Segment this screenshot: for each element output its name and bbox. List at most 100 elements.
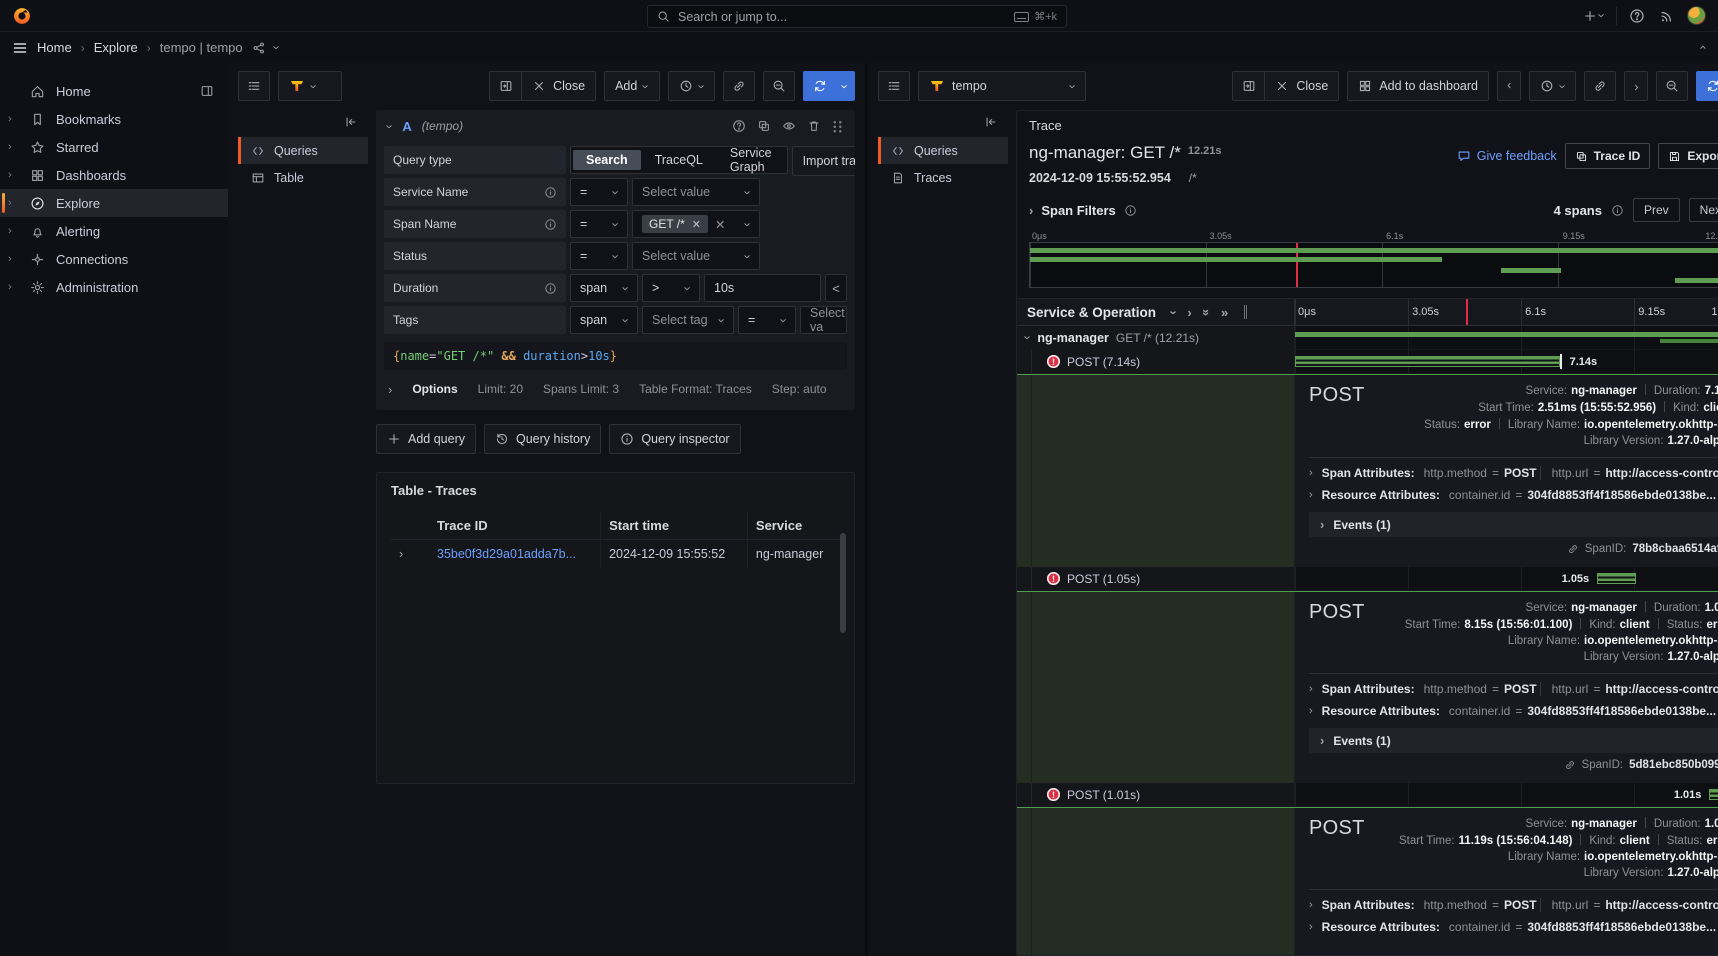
query-rows-button[interactable] — [238, 71, 270, 101]
tab-queries[interactable]: Queries — [878, 137, 1008, 164]
run-query-button[interactable] — [1696, 71, 1718, 101]
query-type-traceql[interactable]: TraceQL — [642, 150, 716, 170]
query-ref[interactable]: A — [402, 119, 411, 134]
span-timeline-cell[interactable]: 1.05s — [1295, 567, 1718, 590]
expand-icon[interactable]: › — [1309, 706, 1313, 717]
expand-icon[interactable]: › — [8, 141, 12, 153]
span-name-chip[interactable]: GET /* ✕ — [642, 215, 708, 233]
events-row[interactable]: › Events (1) — [1309, 512, 1718, 537]
duration-scope-select[interactable]: span › — [570, 274, 638, 302]
status-operator-select[interactable]: = › — [570, 242, 628, 270]
zoom-out-button[interactable] — [1656, 71, 1688, 101]
collapse-query-icon[interactable]: › — [384, 124, 397, 128]
add-to-dashboard-button[interactable]: Add to dashboard — [1347, 71, 1489, 101]
expand-icon[interactable]: › — [8, 113, 12, 125]
column-resize-handle[interactable] — [1244, 305, 1247, 319]
span-bar[interactable] — [1709, 789, 1718, 800]
datasource-picker[interactable]: › — [278, 71, 342, 101]
events-row[interactable]: › Events (1) — [1309, 728, 1718, 753]
left-pane-scrollbar[interactable] — [840, 533, 846, 633]
delete-query-trash-icon[interactable] — [807, 119, 821, 133]
options-label[interactable]: Options — [412, 382, 457, 396]
collapse-toolbar-icon[interactable]: › — [1695, 45, 1708, 49]
tags-scope-select[interactable]: span › — [570, 306, 638, 334]
copy-link-button[interactable] — [723, 71, 755, 101]
time-picker-button[interactable]: › — [1529, 71, 1576, 101]
minimap-canvas[interactable] — [1029, 242, 1718, 288]
news-button[interactable] — [1657, 6, 1677, 26]
span-filters-label[interactable]: Span Filters — [1041, 203, 1115, 218]
tab-table[interactable]: Table — [238, 164, 368, 191]
grafana-logo-icon[interactable] — [12, 6, 32, 26]
span-attributes-row[interactable]: › Span Attributes: http.method=POSThttp.… — [1309, 678, 1718, 700]
resource-attributes-row[interactable]: › Resource Attributes: container.id=304f… — [1309, 916, 1718, 938]
expand-row-icon[interactable]: › — [399, 547, 403, 560]
trace-id-button[interactable]: Trace ID — [1565, 143, 1651, 169]
disable-query-eye-icon[interactable] — [782, 119, 796, 133]
copy-link-button[interactable] — [1584, 71, 1616, 101]
sidebar-item-alerting[interactable]: › Alerting — [0, 217, 228, 245]
sidebar-item-home[interactable]: Home — [0, 77, 228, 105]
prev-span-button[interactable]: Prev — [1633, 198, 1680, 222]
dock-menu-icon[interactable] — [200, 84, 214, 98]
query-history-button[interactable]: Query history — [484, 424, 601, 454]
expand-icon[interactable]: › — [8, 197, 12, 209]
add-query-button[interactable]: Add query — [376, 424, 476, 454]
query-type-service-graph[interactable]: Service Graph — [717, 143, 785, 177]
run-query-caret-button[interactable]: › — [835, 71, 855, 101]
span-attributes-row[interactable]: › Span Attributes: http.method=POSThttp.… — [1309, 894, 1718, 916]
sidebar-item-connections[interactable]: › Connections — [0, 245, 228, 273]
avatar[interactable] — [1687, 6, 1706, 25]
span-bar[interactable] — [1295, 356, 1560, 367]
expand-icon[interactable]: › — [1309, 468, 1313, 479]
column-start-time[interactable]: Start time — [601, 512, 748, 540]
split-pane-button[interactable] — [1232, 71, 1264, 101]
remove-chip-icon[interactable]: ✕ — [692, 218, 701, 231]
service-name-value-select[interactable]: Select value › — [632, 178, 760, 206]
resource-attributes-row[interactable]: › Resource Attributes: container.id=304f… — [1309, 484, 1718, 506]
span-bar[interactable] — [1597, 573, 1636, 584]
help-button[interactable] — [1627, 6, 1647, 26]
span-row[interactable]: ! POST (7.14s) 7.14s — [1017, 350, 1718, 374]
expand-icon[interactable]: › — [8, 253, 12, 265]
time-shift-back-button[interactable]: › — [1497, 71, 1521, 101]
drag-handle-icon[interactable] — [832, 120, 843, 133]
expand-icon[interactable]: › — [8, 225, 12, 237]
next-span-button[interactable]: Next — [1689, 198, 1718, 222]
link-icon[interactable] — [1564, 759, 1576, 771]
expand-deep-icon[interactable]: » — [1221, 306, 1228, 319]
close-pane-button[interactable]: Close — [1264, 71, 1339, 101]
share-icon[interactable] — [252, 41, 266, 55]
expand-icon[interactable]: › — [8, 169, 12, 181]
give-feedback-link[interactable]: Give feedback — [1457, 149, 1557, 163]
query-help-icon[interactable] — [732, 119, 746, 133]
collapse-deep-icon[interactable]: » — [1200, 308, 1213, 315]
expand-icon[interactable]: › — [1320, 518, 1324, 531]
query-options-row[interactable]: › Options Limit: 20 Spans Limit: 3 Table… — [384, 370, 847, 400]
expand-one-icon[interactable]: › — [1187, 306, 1191, 319]
expand-icon[interactable]: › — [8, 281, 12, 293]
add-button[interactable]: Add › — [604, 71, 660, 101]
chevron-down-icon[interactable]: › — [270, 45, 283, 49]
trace-minimap[interactable]: 0μs3.05s6.1s9.15s12.21s — [1029, 230, 1718, 288]
expand-icon[interactable]: › — [1320, 734, 1324, 747]
breadcrumb-home[interactable]: Home — [37, 40, 72, 55]
clear-value-icon[interactable]: ✕ — [715, 217, 725, 232]
span-name-operator-select[interactable]: = › — [570, 210, 628, 238]
expand-icon[interactable]: › — [1309, 490, 1313, 501]
sidebar-item-dashboards[interactable]: › Dashboards — [0, 161, 228, 189]
sidebar-item-explore[interactable]: › Explore — [0, 189, 228, 217]
query-type-search[interactable]: Search — [573, 150, 641, 170]
expand-span-filters-icon[interactable]: › — [1029, 204, 1033, 217]
split-pane-button[interactable] — [489, 71, 521, 101]
breadcrumb-explore[interactable]: Explore — [94, 40, 138, 55]
service-name-operator-select[interactable]: = › — [570, 178, 628, 206]
column-service[interactable]: Service — [747, 512, 840, 540]
tags-tag-select[interactable]: Select tag › — [642, 306, 734, 334]
sidebar-item-starred[interactable]: › Starred — [0, 133, 228, 161]
table-row[interactable]: › 35be0f3d29a01adda7b... 2024-12-09 15:5… — [391, 540, 840, 569]
time-picker-button[interactable]: › — [668, 71, 715, 101]
span-row-root[interactable]: › ng-manager GET /* (12.21s) — [1017, 326, 1718, 350]
resource-attributes-row[interactable]: › Resource Attributes: container.id=304f… — [1309, 700, 1718, 722]
expand-options-icon[interactable]: › — [388, 383, 392, 396]
